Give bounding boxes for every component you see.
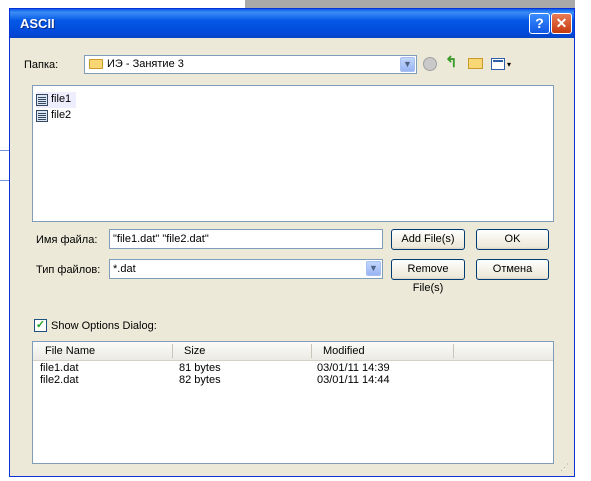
folder-label: Папка:: [24, 59, 59, 71]
resize-grip-icon[interactable]: ⋰: [560, 462, 572, 474]
add-files-button[interactable]: Add File(s): [391, 229, 465, 250]
selected-files-table[interactable]: File Name Size Modified file1.dat 81 byt…: [32, 341, 554, 464]
file-item-label: file1: [51, 93, 72, 105]
close-button[interactable]: ✕: [551, 13, 572, 34]
cancel-button[interactable]: Отмена: [476, 259, 549, 280]
column-header-size[interactable]: Size: [184, 345, 205, 357]
file-item-label: file2: [51, 109, 72, 121]
title-bar[interactable]: ASCII ? ✕: [10, 9, 574, 38]
file-icon: [36, 94, 48, 106]
view-menu-icon[interactable]: [491, 58, 505, 70]
remove-files-button[interactable]: Remove File(s): [391, 259, 465, 294]
filetype-label: Тип файлов:: [36, 264, 101, 276]
chevron-down-icon[interactable]: ▼: [400, 57, 415, 72]
column-header-file-name[interactable]: File Name: [45, 345, 95, 357]
back-icon[interactable]: [423, 57, 437, 71]
filename-label: Имя файла:: [36, 234, 98, 246]
help-button[interactable]: ?: [529, 13, 550, 34]
chevron-down-icon[interactable]: ▼: [366, 261, 381, 276]
cell-size: 82 bytes: [179, 374, 221, 386]
file-list[interactable]: file1 file2: [32, 85, 554, 222]
ok-button[interactable]: OK: [476, 229, 549, 250]
filename-input[interactable]: "file1.dat" "file2.dat": [109, 229, 383, 249]
up-folder-icon[interactable]: ↰: [445, 55, 461, 71]
cell-file-name: file1.dat: [40, 362, 79, 374]
view-menu-chevron-icon[interactable]: ▾: [507, 60, 511, 69]
cell-modified: 03/01/11 14:44: [317, 374, 390, 386]
window-title: ASCII: [20, 16, 55, 31]
table-header: File Name Size Modified: [33, 342, 553, 361]
ascii-dialog: ASCII ? ✕ Папка: ИЭ - Занятие 3 ▼ ↰ ▾ fi…: [9, 8, 575, 477]
folder-combo[interactable]: ИЭ - Занятие 3 ▼: [84, 55, 417, 74]
filetype-combo[interactable]: *.dat ▼: [109, 259, 383, 279]
cell-modified: 03/01/11 14:39: [317, 362, 390, 374]
show-options-label: Show Options Dialog:: [51, 320, 157, 332]
cell-size: 81 bytes: [179, 362, 221, 374]
filename-value: "file1.dat" "file2.dat": [113, 233, 209, 245]
show-options-checkbox[interactable]: ✓: [34, 319, 47, 332]
file-icon: [36, 110, 48, 122]
folder-value: ИЭ - Занятие 3: [107, 58, 184, 70]
column-header-modified[interactable]: Modified: [323, 345, 365, 357]
new-folder-icon[interactable]: [468, 58, 483, 69]
folder-icon: [89, 59, 103, 69]
file-item-file1[interactable]: file1: [36, 92, 76, 108]
file-item-file2[interactable]: file2: [36, 108, 76, 124]
cell-file-name: file2.dat: [40, 374, 79, 386]
filetype-value: *.dat: [113, 263, 136, 275]
